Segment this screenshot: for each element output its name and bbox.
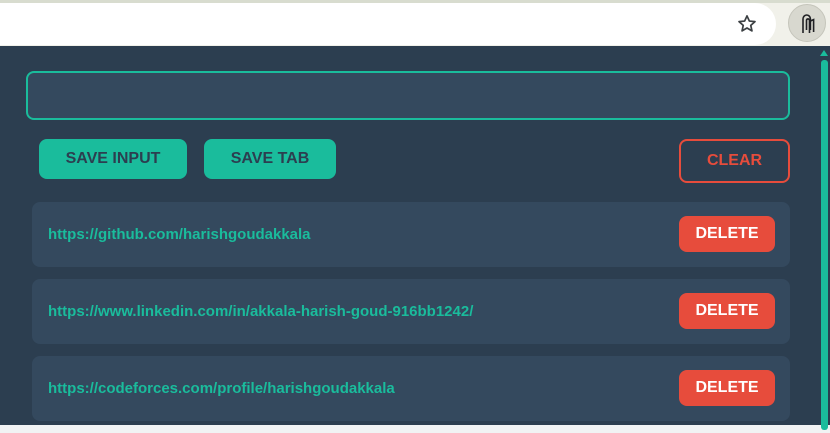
scroll-up-arrow-icon[interactable] <box>820 50 828 56</box>
extension-clip-icon <box>802 14 815 33</box>
star-icon[interactable] <box>736 13 758 35</box>
saved-link[interactable]: https://github.com/harishgoudakkala <box>48 202 311 267</box>
scrollbar-thumb[interactable] <box>821 60 828 430</box>
popup-scrollbar[interactable] <box>818 46 830 430</box>
list-item: https://www.linkedin.com/in/akkala-haris… <box>32 279 790 344</box>
delete-button[interactable]: DELETE <box>679 293 775 329</box>
extension-popup: SAVE INPUT SAVE TAB CLEAR https://github… <box>0 46 830 430</box>
browser-toolbar <box>0 0 830 46</box>
url-input[interactable] <box>26 71 790 120</box>
saved-links-list: https://github.com/harishgoudakkala DELE… <box>32 202 790 433</box>
delete-button[interactable]: DELETE <box>679 370 775 406</box>
saved-link[interactable]: https://www.linkedin.com/in/akkala-haris… <box>48 279 473 344</box>
clear-button[interactable]: CLEAR <box>679 139 790 183</box>
delete-button[interactable]: DELETE <box>679 216 775 252</box>
extension-button[interactable] <box>788 4 826 42</box>
list-item: https://github.com/harishgoudakkala DELE… <box>32 202 790 267</box>
address-bar[interactable] <box>0 3 776 45</box>
save-input-button[interactable]: SAVE INPUT <box>39 139 187 179</box>
list-item: https://codeforces.com/profile/harishgou… <box>32 356 790 421</box>
save-tab-button[interactable]: SAVE TAB <box>204 139 336 179</box>
saved-link[interactable]: https://codeforces.com/profile/harishgou… <box>48 356 395 421</box>
